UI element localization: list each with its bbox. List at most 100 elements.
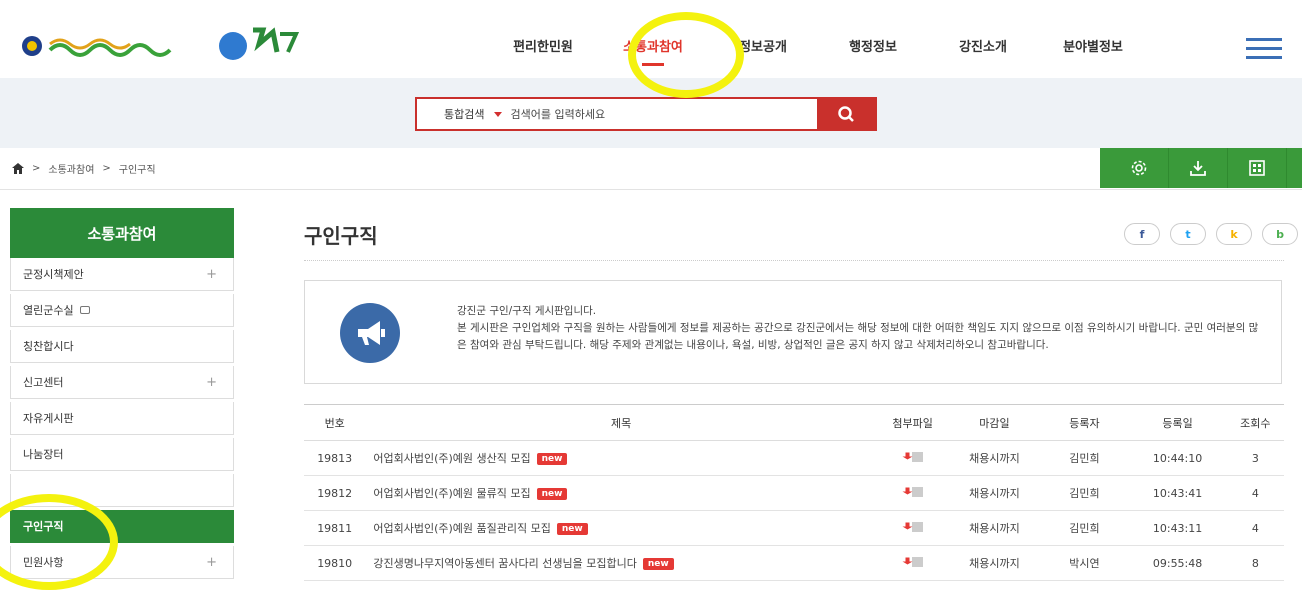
sidebar-item-label: 열린군수실 bbox=[23, 304, 74, 317]
facebook-icon[interactable]: f bbox=[1124, 223, 1160, 245]
search-input[interactable] bbox=[510, 100, 801, 128]
sidebar-item-report-center[interactable]: 신고센터 + bbox=[10, 366, 234, 399]
row-attachment bbox=[876, 440, 949, 476]
search-box: 통합검색 bbox=[415, 97, 877, 131]
row-date: 10:43:11 bbox=[1128, 510, 1227, 546]
qr-button[interactable] bbox=[1228, 148, 1287, 188]
plus-icon: + bbox=[206, 267, 217, 282]
attachment-download-icon[interactable] bbox=[902, 485, 924, 499]
menu-icon[interactable] bbox=[1246, 38, 1282, 60]
qr-code-icon bbox=[1249, 160, 1265, 176]
row-attachment bbox=[876, 510, 949, 546]
row-date: 09:55:48 bbox=[1128, 545, 1227, 581]
sidebar-item-sharing-market[interactable]: 나눔장터 bbox=[10, 438, 234, 471]
row-number: 19810 bbox=[304, 545, 366, 581]
sidebar-item-compliments[interactable]: 칭찬합시다 bbox=[10, 330, 234, 363]
col-date[interactable]: 등록일 bbox=[1128, 404, 1227, 441]
attachment-download-icon[interactable] bbox=[902, 520, 924, 534]
sidebar-item-policy-proposal[interactable]: 군정시책제안 + bbox=[10, 258, 234, 291]
row-views: 3 bbox=[1226, 440, 1284, 476]
row-author: 박시연 bbox=[1040, 545, 1129, 581]
sidebar-item-label: 신고센터 bbox=[23, 376, 64, 389]
row-author: 김민희 bbox=[1040, 510, 1129, 546]
notice-line: 강진군 구인/구직 게시판입니다. bbox=[457, 305, 597, 317]
sidebar-item-label: 칭찬합시다 bbox=[23, 340, 74, 353]
nav-item-disclosure[interactable]: 정보공개 bbox=[708, 36, 818, 60]
page-tools bbox=[1100, 148, 1302, 188]
col-deadline[interactable]: 마감일 bbox=[948, 404, 1041, 441]
sidebar-title: 소통과참여 bbox=[10, 208, 234, 258]
search-scope-label: 통합검색 bbox=[444, 108, 485, 121]
gangjin-logo[interactable] bbox=[18, 20, 308, 66]
sidebar-item-label: 나눔장터 bbox=[23, 448, 64, 461]
notice-box: 강진군 구인/구직 게시판입니다. 본 게시판은 구인업체와 구직을 원하는 사… bbox=[304, 280, 1282, 384]
table-row[interactable]: 19811 어업회사법인(주)예원 품질관리직 모집 new 채용시까지 김민희 … bbox=[304, 510, 1284, 546]
megaphone-icon bbox=[340, 303, 400, 363]
sidebar-item-civil-matters[interactable]: 민원사항 + bbox=[10, 546, 234, 579]
col-attachment[interactable]: 첨부파일 bbox=[876, 404, 949, 441]
notice-text: 강진군 구인/구직 게시판입니다. 본 게시판은 구인업체와 구직을 원하는 사… bbox=[457, 303, 1267, 354]
row-title-link[interactable]: 강진생명나무지역아동센터 꿈사다리 선생님을 모집합니다 bbox=[373, 557, 637, 570]
sidebar: 소통과참여 군정시책제안 + 열린군수실 칭찬합시다 신고센터 + 자유게시판 … bbox=[10, 208, 234, 582]
row-author: 김민희 bbox=[1040, 440, 1129, 476]
search-icon bbox=[838, 106, 854, 122]
sidebar-item-label: 군정시책제안 bbox=[23, 268, 84, 281]
row-author: 김민희 bbox=[1040, 475, 1129, 511]
settings-button[interactable] bbox=[1110, 148, 1169, 188]
row-deadline: 채용시까지 bbox=[948, 475, 1041, 511]
row-title-cell: 어업회사법인(주)예원 품질관리직 모집 new bbox=[365, 510, 877, 546]
nav-item-fields[interactable]: 분야별정보 bbox=[1038, 36, 1148, 60]
new-badge: new bbox=[642, 558, 674, 570]
sns-share: f t k b bbox=[1114, 223, 1298, 245]
row-title-link[interactable]: 어업회사법인(주)예원 생산직 모집 bbox=[373, 452, 530, 465]
breadcrumb-current[interactable]: 구인구직 bbox=[119, 161, 156, 176]
col-views[interactable]: 조회수 bbox=[1226, 404, 1284, 441]
col-author[interactable]: 등록자 bbox=[1040, 404, 1129, 441]
twitter-icon[interactable]: t bbox=[1170, 223, 1206, 245]
breadcrumb: > 소통과참여 > 구인구직 bbox=[12, 161, 156, 176]
sidebar-item-free-board[interactable]: 자유게시판 bbox=[10, 402, 234, 435]
search-band: 통합검색 bbox=[0, 78, 1302, 148]
nav-item-admin[interactable]: 행정정보 bbox=[818, 36, 928, 60]
kakao-icon[interactable]: k bbox=[1216, 223, 1252, 245]
sidebar-item-mayor-office[interactable]: 열린군수실 bbox=[10, 294, 234, 327]
sidebar-item-hidden[interactable] bbox=[10, 474, 234, 507]
caret-down-icon bbox=[494, 111, 503, 117]
row-date: 10:43:41 bbox=[1128, 475, 1227, 511]
search-scope-select[interactable]: 통합검색 bbox=[417, 106, 510, 122]
attachment-download-icon[interactable] bbox=[902, 555, 924, 569]
download-icon bbox=[1190, 161, 1206, 176]
gear-icon bbox=[1131, 160, 1147, 176]
breadcrumb-item[interactable]: 소통과참여 bbox=[48, 161, 94, 176]
table-row[interactable]: 19812 어업회사법인(주)예원 물류직 모집 new 채용시까지 김민희 10… bbox=[304, 475, 1284, 511]
nav-item-civil[interactable]: 편리한민원 bbox=[488, 36, 598, 60]
col-number[interactable]: 번호 bbox=[304, 404, 366, 441]
col-title[interactable]: 제목 bbox=[365, 404, 877, 441]
home-icon[interactable] bbox=[12, 163, 24, 174]
row-title-link[interactable]: 어업회사법인(주)예원 품질관리직 모집 bbox=[373, 522, 551, 535]
breadcrumb-separator: > bbox=[102, 163, 111, 174]
plus-icon: + bbox=[206, 555, 217, 570]
table-row[interactable]: 19813 어업회사법인(주)예원 생산직 모집 new 채용시까지 김민희 10… bbox=[304, 440, 1284, 476]
attachment-download-icon[interactable] bbox=[902, 450, 924, 464]
row-deadline: 채용시까지 bbox=[948, 440, 1041, 476]
new-badge: new bbox=[556, 523, 588, 535]
external-link-icon bbox=[79, 306, 90, 314]
row-title-link[interactable]: 어업회사법인(주)예원 물류직 모집 bbox=[373, 487, 530, 500]
blog-icon[interactable]: b bbox=[1262, 223, 1298, 245]
sidebar-item-label: 구인구직 bbox=[23, 520, 64, 533]
row-number: 19813 bbox=[304, 440, 366, 476]
sidebar-item-label: 자유게시판 bbox=[23, 412, 74, 425]
row-attachment bbox=[876, 475, 949, 511]
row-title-cell: 어업회사법인(주)예원 물류직 모집 new bbox=[365, 475, 877, 511]
sidebar-item-jobs[interactable]: 구인구직 bbox=[10, 510, 234, 543]
nav-item-participation[interactable]: 소통과참여 bbox=[598, 36, 708, 66]
table-row[interactable]: 19810 강진생명나무지역아동센터 꿈사다리 선생님을 모집합니다 new 채용… bbox=[304, 545, 1284, 581]
title-divider bbox=[304, 260, 1284, 261]
nav-item-about[interactable]: 강진소개 bbox=[928, 36, 1038, 60]
site-header: 편리한민원 소통과참여 정보공개 행정정보 강진소개 분야별정보 bbox=[0, 0, 1302, 78]
sidebar-item-label: 민원사항 bbox=[23, 556, 64, 569]
row-views: 4 bbox=[1226, 475, 1284, 511]
search-button[interactable] bbox=[817, 99, 875, 129]
download-button[interactable] bbox=[1169, 148, 1228, 188]
